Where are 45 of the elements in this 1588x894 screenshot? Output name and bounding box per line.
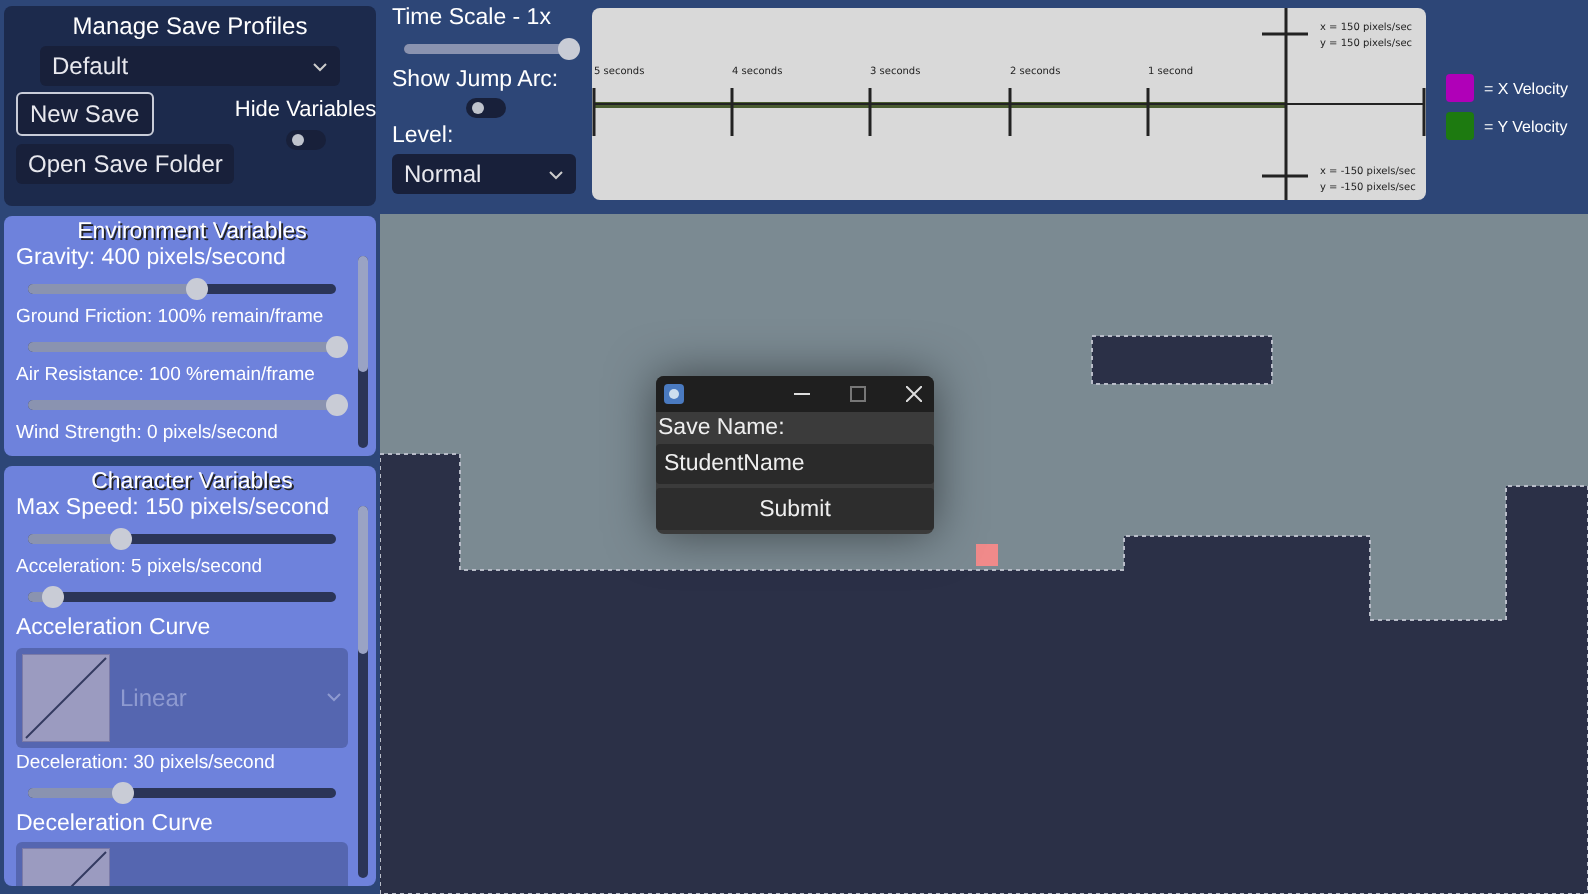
level-dropdown[interactable]: Normal	[392, 154, 576, 194]
scrollbar[interactable]	[358, 506, 368, 878]
open-save-folder-button[interactable]: Open Save Folder	[16, 144, 235, 184]
legend-label: = Y Velocity	[1484, 117, 1568, 135]
caret-icon	[326, 692, 342, 703]
panel-title: Character Variables	[89, 470, 295, 494]
slider-thumb[interactable]	[325, 336, 347, 359]
slider-thumb[interactable]	[325, 394, 347, 417]
slider-label: Wind Strength: 0 pixels/second	[16, 422, 278, 446]
field-label: Save Name:	[656, 416, 787, 440]
level-label: Level:	[392, 124, 456, 148]
toggle-label: Hide Variables	[234, 98, 377, 122]
jump-arc-label: Show Jump Arc:	[392, 68, 561, 92]
submit-button[interactable]: Submit	[656, 488, 934, 530]
linear-curve-icon	[22, 653, 110, 742]
slider-label: Air Resistance: 100 %remain/frame	[16, 364, 315, 389]
scrollbar[interactable]	[358, 256, 368, 448]
toggle-switch[interactable]	[285, 130, 326, 150]
player-block	[976, 544, 998, 566]
app-icon	[664, 384, 684, 404]
slider-label: Ground Friction: 100% remain/frame	[16, 306, 324, 331]
slider-label: Max Speed: 150 pixels/second	[16, 494, 330, 523]
new-save-button[interactable]: New Save	[16, 92, 154, 136]
legend-label: = X Velocity	[1484, 79, 1569, 97]
slider-thumb[interactable]	[186, 278, 209, 301]
slider-label: Deceleration: 30 pixels/second	[16, 751, 275, 775]
caret-icon	[312, 61, 328, 71]
close-icon[interactable]	[906, 386, 922, 402]
slider-thumb[interactable]	[109, 528, 132, 551]
slider-thumb[interactable]	[41, 586, 64, 609]
save-name-field[interactable]: StudentName	[656, 444, 934, 484]
toggle-switch[interactable]	[466, 98, 506, 118]
curve-value: Linear	[120, 683, 189, 712]
profile-dropdown[interactable]: Default	[40, 46, 340, 86]
slider-label: Gravity: 400 pixels/second	[16, 244, 286, 273]
slider-thumb[interactable]	[112, 781, 135, 803]
slider-thumb[interactable]	[557, 38, 579, 60]
slider-label: Acceleration: 5 pixels/second	[16, 556, 263, 581]
panel-title: Environment Variables	[75, 220, 309, 244]
caret-icon	[548, 169, 564, 179]
curve-label: Acceleration Curve	[16, 614, 211, 644]
time-scale-label: Time Scale - 1x	[392, 6, 553, 30]
curve-label: Deceleration Curve	[16, 809, 213, 838]
maximize-icon[interactable]	[850, 386, 866, 402]
panel-title: Manage Save Profiles	[72, 12, 308, 40]
